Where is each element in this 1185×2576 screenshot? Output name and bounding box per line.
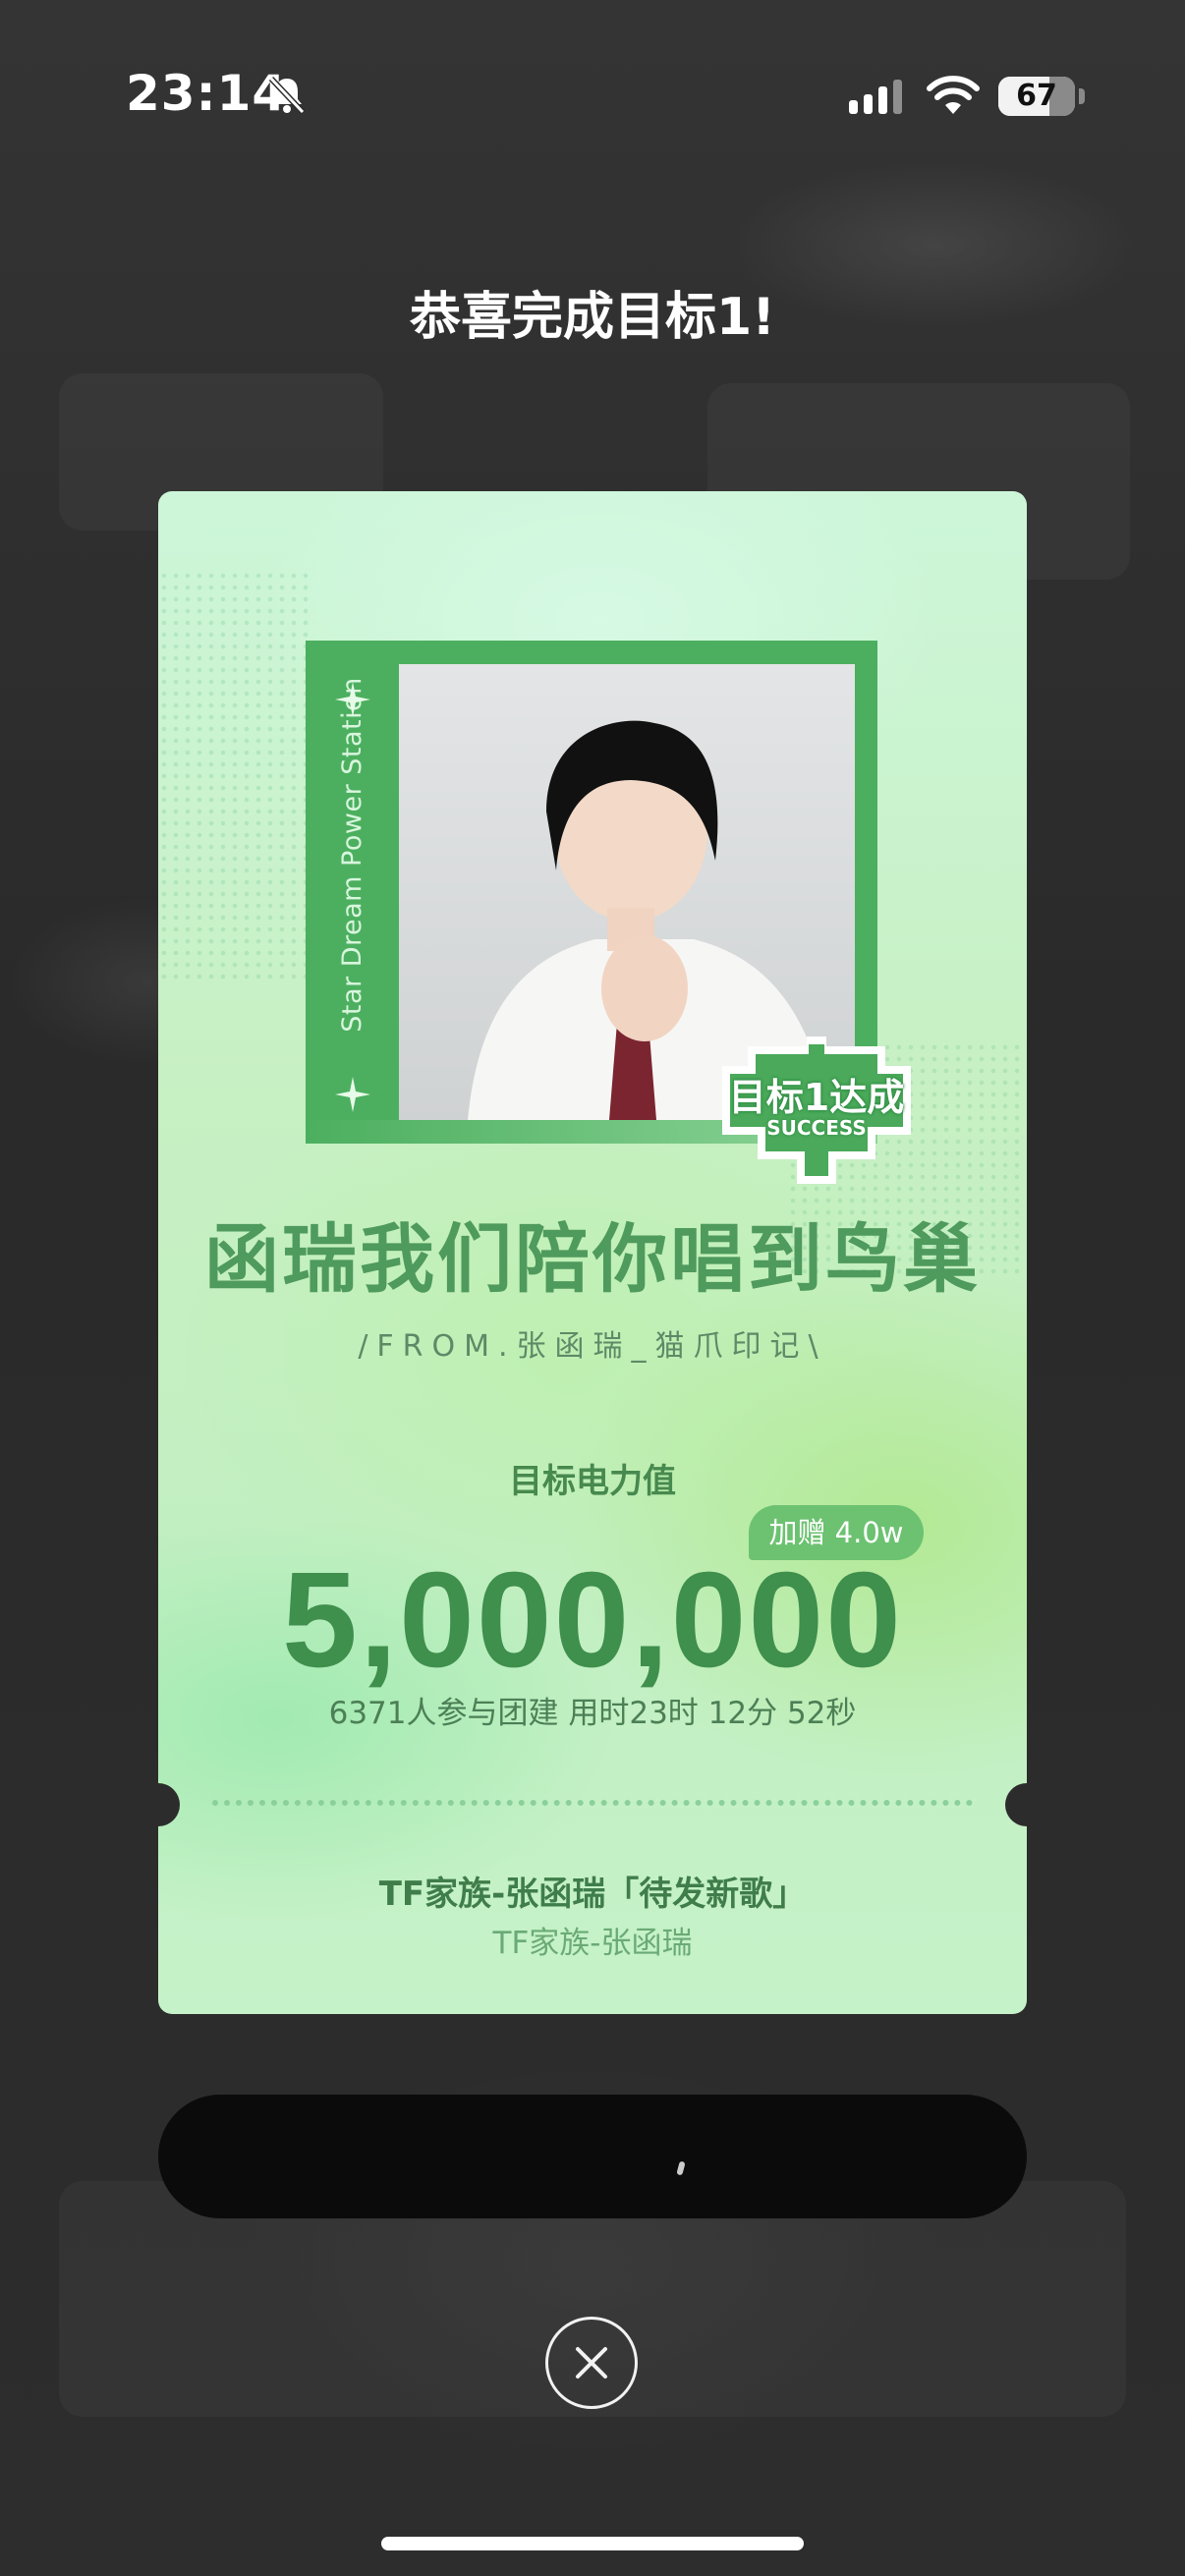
card-divider <box>212 1800 973 1806</box>
bell-slash-icon <box>268 76 306 115</box>
song-artist: TF家族-张函瑞 <box>492 1926 693 1961</box>
card-notch-left <box>137 1783 180 1826</box>
sparkle-icon <box>335 1077 370 1112</box>
close-icon <box>576 2347 607 2379</box>
card-slogan: 函瑞我们陪你唱到鸟巢 <box>204 1215 981 1303</box>
badge-subtitle: SUCCESS <box>766 1116 867 1140</box>
signal-icon <box>849 80 902 114</box>
song-title: TF家族-张函瑞「待发新歌」 <box>378 1875 807 1914</box>
card-from: /FROM.张函瑞_猫爪印记\ <box>358 1329 827 1364</box>
action-button[interactable] <box>158 2095 1027 2218</box>
target-label: 目标电力值 <box>509 1462 676 1501</box>
wifi-icon <box>927 76 980 114</box>
congrats-headline: 恭喜完成目标1! <box>410 288 775 347</box>
badge-title: 目标1达成 <box>728 1076 905 1119</box>
battery-percent: 67 <box>1016 79 1057 113</box>
dot-pattern <box>158 570 315 982</box>
battery-icon: 67 <box>998 77 1075 116</box>
sparkle-icon <box>335 682 370 717</box>
card-notch-right <box>1005 1783 1048 1826</box>
target-value: 5,000,000 <box>282 1544 903 1696</box>
battery-cap <box>1079 88 1085 104</box>
home-indicator[interactable] <box>381 2537 804 2550</box>
close-button[interactable] <box>545 2317 638 2409</box>
participation-stats: 6371人参与团建 用时23时 12分 52秒 <box>328 1696 857 1731</box>
status-time: 23:14 <box>126 65 288 122</box>
